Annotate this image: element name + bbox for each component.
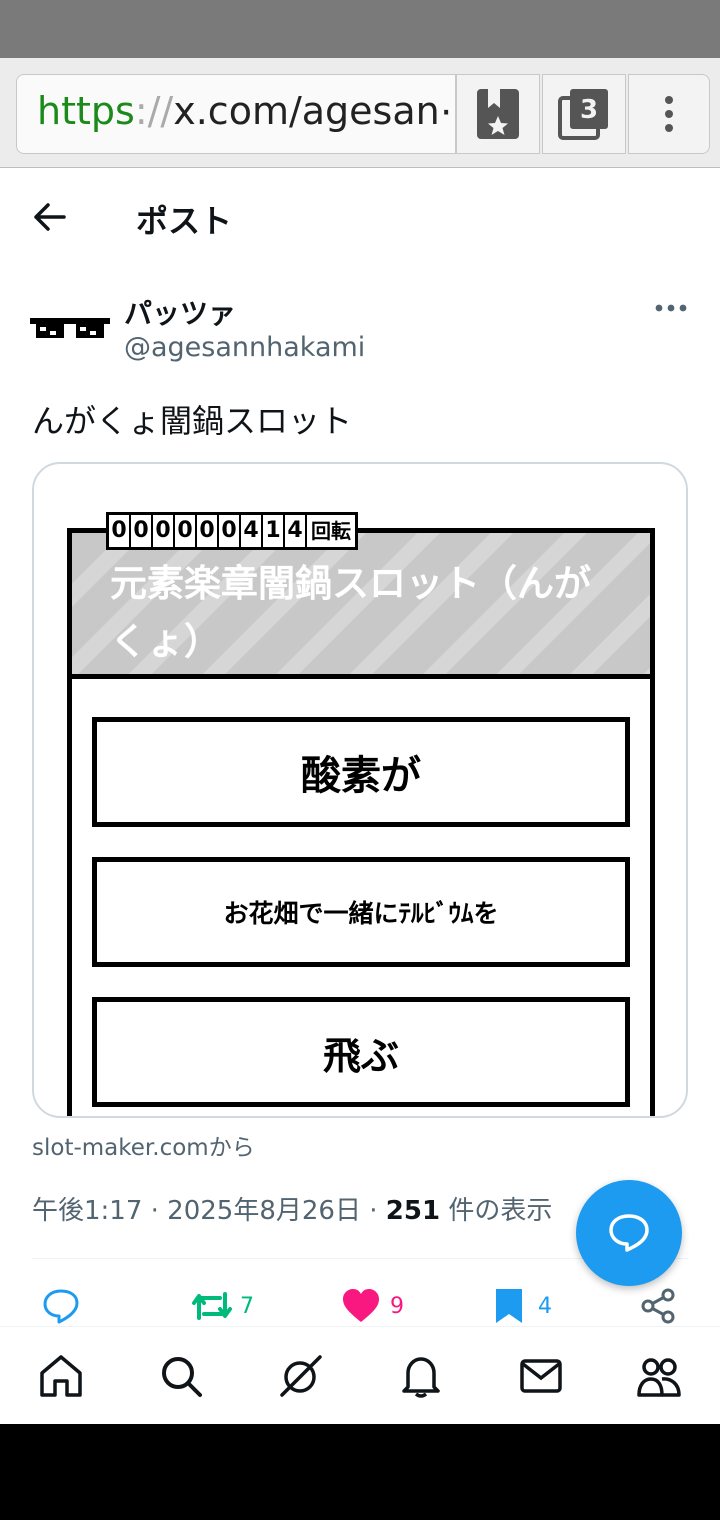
kebab-menu-icon [665, 96, 673, 132]
retweet-count: 7 [240, 1293, 254, 1319]
compose-message-button[interactable] [576, 1180, 682, 1286]
messages-icon[interactable] [518, 1353, 564, 1399]
link-card[interactable]: 0 0 0 0 0 0 4 1 4 回転 元素楽章闇鍋スロット（んがくょ） 酸素… [32, 462, 688, 1118]
counter-digit: 4 [241, 515, 263, 547]
counter-digit: 0 [175, 515, 197, 547]
bookmark-icon [496, 1289, 522, 1323]
reply-icon [43, 1289, 79, 1324]
view-label: 件の表示 [440, 1196, 553, 1226]
display-name[interactable]: パッツァ [124, 292, 236, 332]
bookmark-count: 4 [538, 1293, 552, 1319]
heart-icon [343, 1289, 379, 1322]
more-options-icon[interactable] [654, 298, 688, 318]
slot-machine: 元素楽章闇鍋スロット（んがくょ） 酸素が お花畑で一緒にﾃﾙﾋﾞｳﾑを 飛ぶ [67, 528, 655, 1116]
like-button[interactable]: 9 [342, 1286, 404, 1326]
bookmark-post-button[interactable]: 4 [494, 1286, 552, 1326]
share-icon [641, 1288, 675, 1324]
like-count: 9 [390, 1293, 404, 1319]
bottom-nav [0, 1326, 720, 1425]
browser-toolbar: https://x.com/agesan⋯ 3 [0, 58, 720, 168]
grok-icon[interactable] [278, 1353, 324, 1399]
reel-2: お花畑で一緒にﾃﾙﾋﾞｳﾑを [92, 857, 630, 967]
search-icon[interactable] [158, 1353, 204, 1399]
url-separator: :// [134, 89, 174, 133]
counter-digit: 0 [219, 515, 241, 547]
tabs-icon: 3 [558, 89, 608, 140]
retweet-button[interactable]: 7 [190, 1286, 254, 1326]
communities-icon[interactable] [636, 1353, 682, 1399]
counter-unit: 回転 [311, 519, 351, 543]
counter-digit: 0 [197, 515, 219, 547]
url-scheme: https [37, 89, 135, 133]
counter-digit: 4 [285, 515, 307, 547]
post-meta: 午後1:17 · 2025年8月26日 · 251 件の表示 [32, 1190, 552, 1227]
view-count: 251 [385, 1196, 441, 1226]
post-text: んがくょ闇鍋スロット [32, 402, 353, 440]
counter-digit: 1 [263, 515, 285, 547]
home-icon[interactable] [38, 1353, 84, 1399]
bookmark-button[interactable] [456, 74, 540, 154]
system-nav-bar [0, 1424, 720, 1520]
post-timestamp: 午後1:17 · 2025年8月26日 · [32, 1196, 386, 1226]
system-status-bar [0, 0, 720, 58]
reel-1: 酸素が [92, 717, 630, 827]
share-button[interactable] [640, 1286, 676, 1326]
url-host-path: x.com/agesan⋯ [173, 89, 456, 133]
counter-digit: 0 [131, 515, 153, 547]
counter-digit: 0 [153, 515, 175, 547]
reply-button[interactable] [42, 1286, 80, 1326]
browser-menu-button[interactable] [628, 74, 710, 154]
notifications-icon[interactable] [398, 1353, 444, 1399]
avatar[interactable] [30, 314, 110, 344]
page-title: ポスト [136, 202, 233, 240]
slot-header: 元素楽章闇鍋スロット（んがくょ） [72, 533, 650, 679]
arrow-left-icon[interactable] [32, 200, 66, 234]
spin-counter: 0 0 0 0 0 0 4 1 4 回転 [106, 512, 358, 550]
retweet-icon [192, 1292, 232, 1320]
tab-count: 3 [580, 95, 598, 125]
bookmark-star-icon [477, 89, 519, 139]
address-bar[interactable]: https://x.com/agesan⋯ [16, 74, 456, 154]
message-bubble-icon [609, 1214, 649, 1252]
link-source[interactable]: slot-maker.comから [32, 1128, 255, 1162]
counter-digit: 0 [109, 515, 131, 547]
user-handle[interactable]: @agesannhakami [124, 332, 365, 363]
url-text: https://x.com/agesan⋯ [37, 89, 456, 133]
slot-title: 元素楽章闇鍋スロット（んがくょ） [110, 562, 591, 663]
reel-3: 飛ぶ [92, 997, 630, 1107]
tabs-button[interactable]: 3 [542, 74, 626, 154]
